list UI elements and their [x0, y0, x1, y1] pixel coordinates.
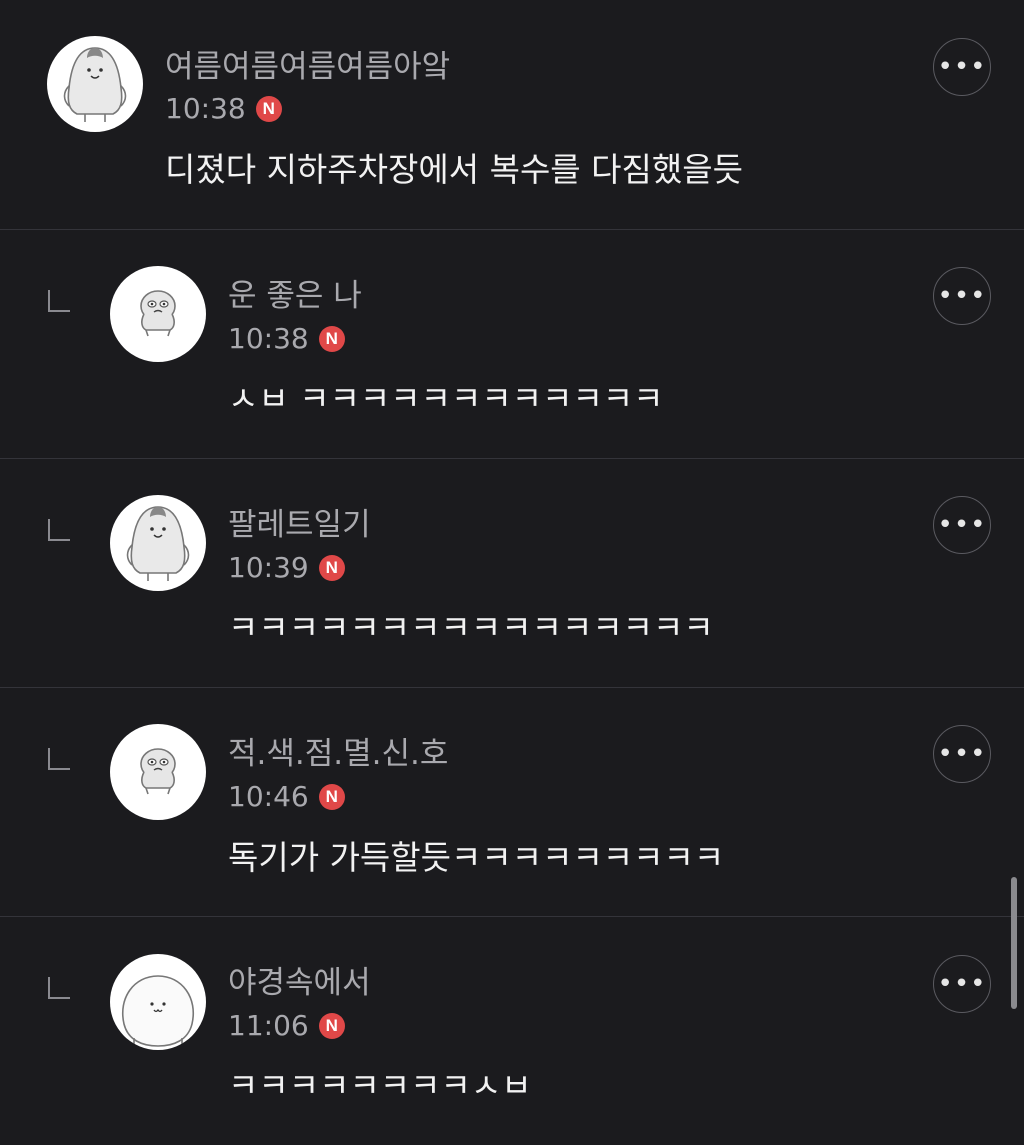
- comment-time: 10:39: [228, 551, 309, 584]
- comment-time: 10:46: [228, 780, 309, 813]
- avatar[interactable]: [110, 954, 206, 1050]
- comment-meta: 10:46 N: [228, 781, 345, 813]
- comment-meta: 10:38 N: [228, 323, 345, 355]
- comment-meta: 10:38 N: [165, 93, 282, 125]
- comment-text: 독기가 가득할듯ㅋㅋㅋㅋㅋㅋㅋㅋㅋ: [228, 838, 725, 877]
- comment-text: 디졌다 지하주차장에서 복수를 다짐했을듯: [165, 150, 743, 189]
- comment-meta: 10:39 N: [228, 552, 345, 584]
- reply-indicator-icon: [48, 748, 70, 770]
- avatar[interactable]: [110, 724, 206, 820]
- comment-nickname[interactable]: 운 좋은 나: [228, 278, 362, 314]
- more-options-button[interactable]: •••: [933, 267, 991, 325]
- new-badge: N: [318, 326, 345, 352]
- penguin-icon: [126, 506, 190, 581]
- comment-text: ㅋㅋㅋㅋㅋㅋㅋㅋㅋㅋㅋㅋㅋㅋㅋㅋ: [228, 608, 714, 647]
- comment-meta: 11:06 N: [228, 1010, 345, 1042]
- more-options-button[interactable]: •••: [933, 496, 991, 554]
- comment-time: 10:38: [228, 322, 309, 355]
- avatar[interactable]: [110, 495, 206, 591]
- comment-time: 11:06: [228, 1009, 309, 1042]
- more-options-button[interactable]: •••: [933, 725, 991, 783]
- avatar[interactable]: [47, 36, 143, 132]
- comment-time: 10:38: [165, 92, 246, 125]
- reply-item: 적.색.점.멸.신.호 10:46 N 독기가 가득할듯ㅋㅋㅋㅋㅋㅋㅋㅋㅋ ••…: [0, 688, 1024, 917]
- avatar[interactable]: [110, 266, 206, 362]
- more-options-button[interactable]: •••: [933, 38, 991, 96]
- seal-icon: [140, 748, 176, 795]
- comment-nickname[interactable]: 야경속에서: [228, 965, 371, 1001]
- reply-indicator-icon: [48, 977, 70, 999]
- more-options-button[interactable]: •••: [933, 955, 991, 1013]
- seal-icon: [140, 290, 176, 337]
- reply-item: 운 좋은 나 10:38 N ㅅㅂ ㅋㅋㅋㅋㅋㅋㅋㅋㅋㅋㅋㅋ •••: [0, 230, 1024, 459]
- comment-item: 여름여름여름여름아앜 10:38 N 디졌다 지하주차장에서 복수를 다짐했을듯…: [0, 0, 1024, 230]
- new-badge: N: [255, 96, 282, 122]
- reply-item: 야경속에서 11:06 N ㅋㅋㅋㅋㅋㅋㅋㅋㅅㅂ •••: [0, 917, 1024, 1145]
- scrollbar[interactable]: [1011, 877, 1017, 1009]
- new-badge: N: [318, 555, 345, 581]
- comment-text: ㅅㅂ ㅋㅋㅋㅋㅋㅋㅋㅋㅋㅋㅋㅋ: [228, 379, 664, 418]
- reply-indicator-icon: [48, 519, 70, 541]
- blob-icon: [121, 975, 195, 1050]
- comment-text: ㅋㅋㅋㅋㅋㅋㅋㅋㅅㅂ: [228, 1066, 532, 1105]
- penguin-icon: [63, 47, 127, 122]
- reply-item: 팔레트일기 10:39 N ㅋㅋㅋㅋㅋㅋㅋㅋㅋㅋㅋㅋㅋㅋㅋㅋ •••: [0, 459, 1024, 688]
- new-badge: N: [318, 1013, 345, 1039]
- comment-nickname[interactable]: 여름여름여름여름아앜: [165, 49, 450, 85]
- comment-nickname[interactable]: 팔레트일기: [228, 507, 371, 543]
- reply-indicator-icon: [48, 290, 70, 312]
- comment-nickname[interactable]: 적.색.점.멸.신.호: [228, 736, 448, 772]
- new-badge: N: [318, 784, 345, 810]
